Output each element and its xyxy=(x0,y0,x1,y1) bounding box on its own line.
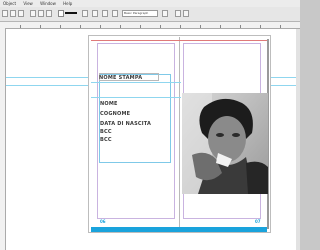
menu-view[interactable]: View xyxy=(23,1,33,6)
section-guide xyxy=(91,97,181,98)
menu-window[interactable]: Window xyxy=(40,1,56,6)
wrap-icon[interactable] xyxy=(112,10,118,17)
fx-icon[interactable] xyxy=(82,10,88,17)
opacity-icon[interactable] xyxy=(92,10,98,17)
field-bcc-1: BCC xyxy=(100,129,112,135)
bleed-line xyxy=(91,40,267,41)
footer-accent-bar xyxy=(91,227,267,232)
portrait-photo[interactable] xyxy=(182,93,268,194)
control-toolbar: Basic Paragraph xyxy=(0,7,300,22)
flip-icon[interactable] xyxy=(46,10,52,17)
menu-help[interactable]: Help xyxy=(63,1,72,6)
field-data-nascita: DATA DI NASCITA xyxy=(100,121,152,127)
page-number-right: 07 xyxy=(255,219,261,224)
field-bcc-2: BCC xyxy=(100,137,112,143)
effects-icon[interactable] xyxy=(102,10,108,17)
menu-object[interactable]: Object xyxy=(3,1,16,6)
selection-tool-icon[interactable] xyxy=(2,10,8,17)
print-name-label: NOME STAMPA xyxy=(99,75,143,81)
style-dropdown-icon[interactable] xyxy=(162,10,168,17)
align-icon[interactable] xyxy=(18,10,24,17)
page-number-left: 06 xyxy=(100,219,106,224)
horizontal-ruler[interactable] xyxy=(0,22,300,29)
text-tool-icon[interactable] xyxy=(30,10,36,17)
portrait-image xyxy=(182,93,268,194)
field-nome: NOME xyxy=(100,101,118,107)
corner-icon[interactable] xyxy=(183,10,189,17)
vertical-scrollbar[interactable] xyxy=(296,29,300,250)
fill-swatch[interactable] xyxy=(58,10,64,17)
field-cognome: COGNOME xyxy=(100,111,131,117)
grid-icon[interactable] xyxy=(10,10,16,17)
frame-fit-icon[interactable] xyxy=(175,10,181,17)
paragraph-style-field[interactable]: Basic Paragraph xyxy=(122,10,158,17)
stroke-weight[interactable] xyxy=(65,12,77,14)
rotate-icon[interactable] xyxy=(38,10,44,17)
spine-line xyxy=(179,37,180,227)
header-underline xyxy=(91,82,181,83)
info-text-frame[interactable] xyxy=(99,74,171,163)
